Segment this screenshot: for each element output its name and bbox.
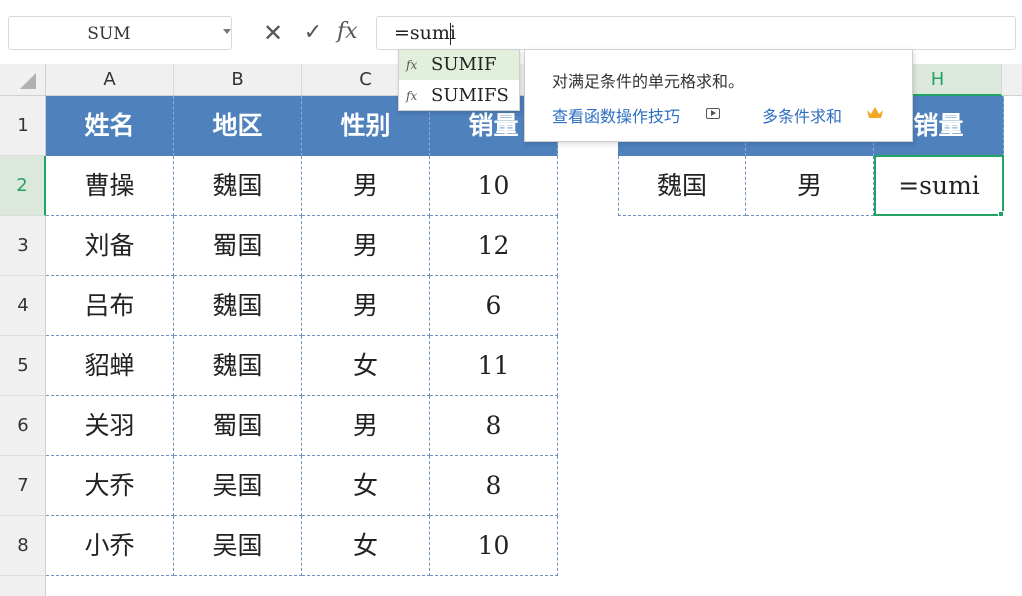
- row-header-5[interactable]: 5: [0, 336, 46, 396]
- name-box-value: SUM: [87, 24, 131, 44]
- criteria-cell-region[interactable]: 魏国: [618, 156, 746, 216]
- table-cell[interactable]: 吕布: [46, 276, 174, 336]
- table-cell[interactable]: 10: [430, 516, 558, 576]
- criteria-cell-gender[interactable]: 男: [746, 156, 874, 216]
- table-cell[interactable]: 女: [302, 516, 430, 576]
- autocomplete-item-label: SUMIF: [431, 54, 497, 75]
- table-cell[interactable]: 大乔: [46, 456, 174, 516]
- table-cell[interactable]: 男: [302, 216, 430, 276]
- confirm-icon[interactable]: ✓: [302, 20, 324, 46]
- table-cell[interactable]: 12: [430, 216, 558, 276]
- table-cell[interactable]: 8: [430, 396, 558, 456]
- active-cell-h2[interactable]: =sumi: [874, 155, 1004, 216]
- row-header-4[interactable]: 4: [0, 276, 46, 336]
- row-header-bar: 1 2 3 4 5 6 7 8: [0, 96, 46, 596]
- function-description: 对满足条件的单元格求和。: [552, 72, 745, 91]
- column-header-a[interactable]: A: [46, 64, 174, 96]
- fill-handle[interactable]: [998, 211, 1004, 217]
- table-cell[interactable]: 魏国: [174, 156, 302, 216]
- formula-text: =sumi: [394, 22, 457, 44]
- table-cell[interactable]: 6: [430, 276, 558, 336]
- table-cell[interactable]: 女: [302, 336, 430, 396]
- table-header-name[interactable]: 姓名: [46, 96, 174, 156]
- table-cell[interactable]: 关羽: [46, 396, 174, 456]
- select-all-corner[interactable]: [0, 64, 46, 96]
- table-cell[interactable]: 11: [430, 336, 558, 396]
- table-cell[interactable]: 女: [302, 456, 430, 516]
- row-header-3[interactable]: 3: [0, 216, 46, 276]
- function-tooltip: 对满足条件的单元格求和。 查看函数操作技巧 多条件求和: [524, 49, 913, 142]
- function-icon: fx: [406, 89, 418, 103]
- dropdown-arrow-icon[interactable]: [223, 29, 231, 34]
- row-header-8[interactable]: 8: [0, 516, 46, 576]
- table-cell[interactable]: 男: [302, 156, 430, 216]
- autocomplete-item-sumifs[interactable]: fx SUMIFS: [399, 81, 519, 111]
- table-cell[interactable]: 吴国: [174, 456, 302, 516]
- crown-icon: [867, 107, 883, 118]
- table-cell[interactable]: 刘备: [46, 216, 174, 276]
- active-cell-value: =sumi: [898, 171, 980, 200]
- table-cell[interactable]: 魏国: [174, 336, 302, 396]
- name-box[interactable]: SUM: [8, 16, 232, 50]
- autocomplete-item-label: SUMIFS: [431, 85, 509, 106]
- table-cell[interactable]: 男: [302, 396, 430, 456]
- play-icon: [711, 110, 716, 116]
- row-header-7[interactable]: 7: [0, 456, 46, 516]
- table-cell[interactable]: 8: [430, 456, 558, 516]
- formula-input[interactable]: =sumi: [376, 16, 1016, 50]
- table-cell[interactable]: 貂蝉: [46, 336, 174, 396]
- table-cell[interactable]: 男: [302, 276, 430, 336]
- cancel-icon[interactable]: ✕: [262, 20, 284, 46]
- row-header-2[interactable]: 2: [0, 156, 46, 216]
- table-header-region[interactable]: 地区: [174, 96, 302, 156]
- table-cell[interactable]: 小乔: [46, 516, 174, 576]
- fx-icon[interactable]: fx: [337, 18, 365, 46]
- text-caret: [450, 23, 451, 45]
- table-cell[interactable]: 吴国: [174, 516, 302, 576]
- column-header-b[interactable]: B: [174, 64, 302, 96]
- autocomplete-item-sumif[interactable]: fx SUMIF: [399, 50, 519, 80]
- row-header-6[interactable]: 6: [0, 396, 46, 456]
- multi-condition-sum-link[interactable]: 多条件求和: [762, 103, 842, 127]
- table-cell[interactable]: 魏国: [174, 276, 302, 336]
- row-header-1[interactable]: 1: [0, 96, 46, 156]
- table-cell[interactable]: 10: [430, 156, 558, 216]
- video-icon[interactable]: [706, 108, 720, 119]
- select-all-icon: [20, 73, 36, 89]
- function-autocomplete: fx SUMIF fx SUMIFS: [398, 49, 520, 111]
- function-icon: fx: [406, 58, 418, 72]
- function-tips-link[interactable]: 查看函数操作技巧: [552, 103, 680, 127]
- table-cell[interactable]: 曹操: [46, 156, 174, 216]
- table-cell[interactable]: 蜀国: [174, 216, 302, 276]
- table-cell[interactable]: 蜀国: [174, 396, 302, 456]
